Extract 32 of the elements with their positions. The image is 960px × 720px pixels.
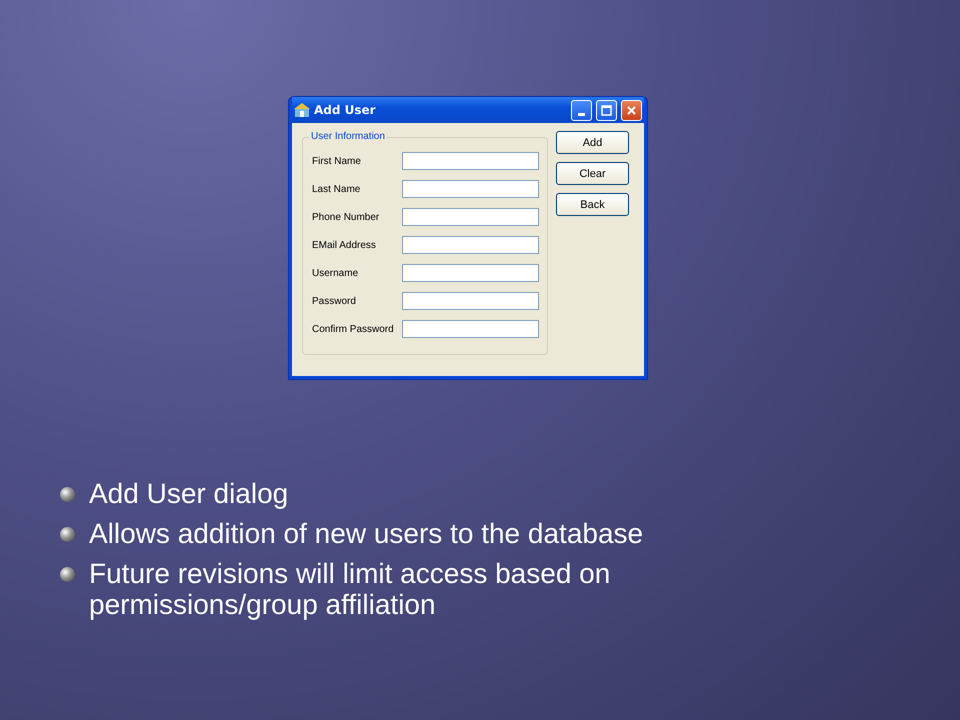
- window-title: Add User: [314, 103, 377, 117]
- bullet-icon: [60, 527, 75, 542]
- input-field[interactable]: [402, 208, 539, 226]
- dialog-button[interactable]: Add: [556, 131, 629, 154]
- close-button[interactable]: [621, 100, 642, 120]
- maximize-icon: [601, 104, 612, 116]
- minimize-button[interactable]: [571, 100, 592, 120]
- close-icon: [626, 104, 637, 116]
- dialog-button[interactable]: Back: [556, 193, 629, 216]
- input-field[interactable]: [402, 152, 539, 170]
- input-field[interactable]: [402, 292, 539, 310]
- input-field[interactable]: [402, 236, 539, 254]
- field-label: Last Name: [312, 184, 362, 194]
- bullet-text: Future revisions will limit access based on permissions/group affiliation: [89, 558, 612, 620]
- bullet-icon: [60, 567, 75, 582]
- dialog-button[interactable]: Clear: [556, 162, 629, 185]
- minimize-icon: [578, 112, 585, 116]
- input-field[interactable]: [402, 320, 539, 338]
- field-label: Phone Number: [312, 212, 380, 222]
- group-legend: User Information: [309, 131, 387, 142]
- bullet-icon: [60, 487, 75, 502]
- maximize-button[interactable]: [596, 100, 617, 120]
- app-icon: [294, 102, 310, 118]
- field-label: First Name: [312, 156, 362, 166]
- field-label: Password: [312, 296, 357, 306]
- input-field[interactable]: [402, 180, 539, 198]
- bullet-text: Add User dialog: [89, 478, 290, 509]
- bullet-text: Allows addition of new users to the database: [89, 518, 644, 549]
- field-label: Confirm Password: [312, 324, 395, 334]
- field-label: EMail Address: [312, 240, 377, 250]
- field-label: Username: [312, 268, 360, 278]
- input-field[interactable]: [402, 264, 539, 282]
